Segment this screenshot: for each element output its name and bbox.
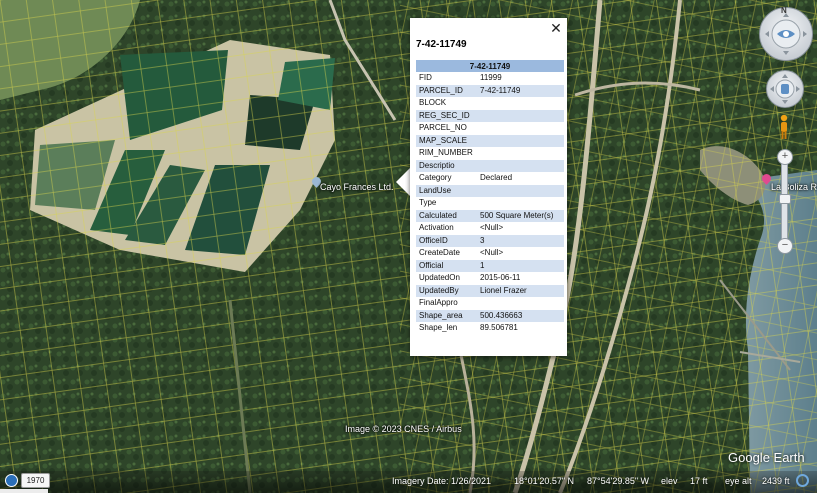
attribute-key: RIM_NUMBER — [419, 148, 473, 158]
attribute-value: 3 — [477, 234, 564, 247]
attribute-key: Category — [419, 173, 452, 183]
attribute-row: BLOCK — [416, 97, 564, 110]
attribute-value: 500.436663 — [477, 309, 564, 322]
attribute-row: REG_SEC_ID — [416, 109, 564, 122]
attribute-value — [477, 184, 564, 197]
attribute-row: LandUse — [416, 184, 564, 197]
attribute-row: OfficeID 3 — [416, 234, 564, 247]
place-label-cayo-frances[interactable]: Cayo Frances Ltd. — [320, 182, 394, 192]
attribute-key: BLOCK — [419, 98, 447, 108]
historical-imagery-icon[interactable] — [5, 474, 18, 487]
elevation-label: elev — [661, 476, 678, 486]
attribute-key: OfficeID — [416, 234, 477, 247]
hand-icon — [770, 74, 800, 104]
satellite-map-view[interactable]: Cayo Frances Ltd. La Boliza R Image © 20… — [0, 0, 817, 493]
attribute-key: Type — [419, 198, 437, 208]
attribute-key: FinalAppro — [419, 298, 458, 308]
attribute-row: FinalAppro — [416, 297, 564, 310]
attribute-key: Descriptio — [416, 159, 477, 172]
close-icon[interactable]: ✕ — [549, 20, 563, 36]
attribute-key: CreateDate — [419, 248, 460, 258]
attribute-row: Shape_area 500.436663 — [416, 309, 564, 322]
attribute-row: UpdatedOn 2015-06-11 — [416, 272, 564, 285]
latitude-readout: 18°01'20.57" N — [514, 476, 575, 486]
attribute-key: Official — [416, 259, 477, 272]
attribute-value: 7-42-11749 — [477, 84, 564, 97]
attribute-row: Official 1 — [416, 259, 564, 272]
attribute-row: FID 11999 — [416, 72, 564, 85]
attribute-row: MAP_SCALE — [416, 134, 564, 147]
google-earth-logo: Google Earth — [728, 450, 805, 465]
attribute-row: Descriptio — [416, 159, 564, 172]
attribute-key: MAP_SCALE — [416, 134, 477, 147]
attribute-key: PARCEL_NO — [419, 123, 467, 133]
street-view-pegman-icon[interactable] — [779, 114, 789, 140]
historical-imagery-year[interactable]: 1970 — [21, 473, 50, 488]
attribute-key: Calculated — [416, 209, 477, 222]
attribute-value: 500 Square Meter(s) — [477, 209, 564, 222]
attribute-key: Shape_area — [416, 309, 477, 322]
attribute-table-body: FID 11999 PARCEL_ID 7-42-11749 BLOCK REG_SEC_… — [416, 72, 564, 335]
satellite-imagery — [0, 0, 817, 493]
attribute-table-header: 7-42-11749 — [416, 60, 564, 72]
attribute-row: CreateDate <Null> — [416, 247, 564, 260]
attribute-row: UpdatedBy Lionel Frazer — [416, 284, 564, 297]
eye-altitude-value: 2439 ft — [762, 476, 790, 486]
zoom-out-button[interactable]: − — [777, 238, 793, 254]
move-hand-control[interactable] — [766, 70, 804, 108]
historical-imagery-slider[interactable] — [0, 489, 48, 493]
attribute-value — [477, 297, 564, 310]
attribute-value — [477, 97, 564, 110]
imagery-copyright: Image © 2023 CNES / Airbus — [345, 424, 462, 434]
attribute-row: Category Declared — [416, 172, 564, 185]
attribute-value: 2015-06-11 — [480, 273, 521, 283]
attribute-key: Activation — [419, 223, 454, 233]
elevation-value: 17 ft — [690, 476, 708, 486]
attribute-value — [477, 134, 564, 147]
attribute-table: 7-42-11749 FID 11999 PARCEL_ID 7-42-11749 BL… — [416, 60, 564, 335]
zoom-in-button[interactable]: + — [777, 149, 793, 165]
attribute-value — [477, 197, 564, 210]
attribute-value: 1 — [477, 259, 564, 272]
place-label-la-boliza[interactable]: La Boliza R — [771, 182, 817, 192]
attribute-value: 89.506781 — [480, 323, 518, 333]
longitude-readout: 87°54'29.85" W — [587, 476, 650, 486]
attribute-row: PARCEL_ID 7-42-11749 — [416, 84, 564, 97]
attribute-value: Declared — [480, 173, 513, 183]
attribute-value — [477, 159, 564, 172]
attribute-value: 11999 — [480, 73, 502, 83]
attribute-value — [477, 122, 564, 135]
attribute-row: RIM_NUMBER — [416, 147, 564, 160]
attribute-value: Lionel Frazer — [477, 284, 564, 297]
attribute-row: PARCEL_NO — [416, 122, 564, 135]
zoom-slider-handle[interactable] — [779, 194, 791, 204]
imagery-date: Imagery Date: 1/26/2021 — [392, 476, 492, 486]
streaming-status-icon — [796, 474, 809, 487]
attribute-row: Type — [416, 197, 564, 210]
attribute-value — [477, 147, 564, 160]
attribute-key: UpdatedBy — [416, 284, 477, 297]
attribute-value — [477, 109, 564, 122]
attribute-key: PARCEL_ID — [416, 84, 477, 97]
attribute-key: REG_SEC_ID — [416, 109, 477, 122]
attribute-row: Shape_len 89.506781 — [416, 322, 564, 335]
balloon-pointer — [396, 168, 410, 196]
parcel-info-balloon: ✕ 7-42-11749 7-42-11749 FID 11999 PARCEL_I… — [410, 18, 567, 356]
attribute-row: Activation <Null> — [416, 222, 564, 235]
attribute-key: UpdatedOn — [419, 273, 460, 283]
attribute-value: <Null> — [480, 248, 504, 258]
attribute-key: Shape_len — [419, 323, 458, 333]
attribute-value: <Null> — [480, 223, 504, 233]
attribute-key: FID — [419, 73, 432, 83]
attribute-row: Calculated 500 Square Meter(s) — [416, 209, 564, 222]
eye-altitude-label: eye alt — [725, 476, 752, 486]
balloon-title: 7-42-11749 — [416, 39, 467, 50]
compass-look-control[interactable]: N — [759, 6, 813, 61]
eye-icon — [765, 13, 807, 55]
attribute-key: LandUse — [416, 184, 477, 197]
